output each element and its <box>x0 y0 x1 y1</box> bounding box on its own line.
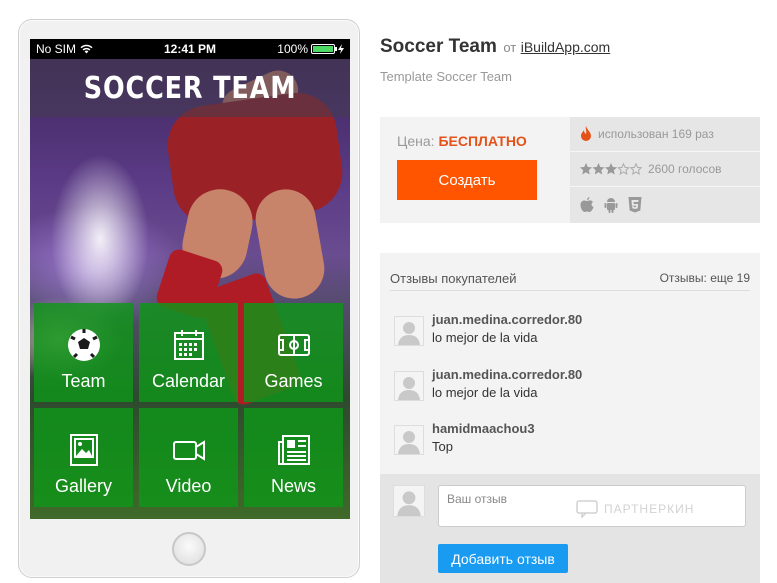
review-item: juan.medina.corredor.80 lo mejor de la v… <box>394 312 734 352</box>
pricing-panel: Цена: БЕСПЛАТНО Создать использован 169 … <box>380 117 760 223</box>
app-title-row: Soccer Team от iBuildApp.com <box>380 36 610 58</box>
user-avatar-icon <box>395 372 423 400</box>
reviews-panel: Отзывы покупателей Отзывы: еще 19 juan.m… <box>380 253 760 583</box>
review-item: juan.medina.corredor.80 lo mejor de la v… <box>394 367 734 407</box>
tile-label: Team <box>61 371 106 391</box>
tile-label: Video <box>165 476 212 496</box>
price-info: Цена: БЕСПЛАТНО <box>397 133 527 149</box>
apple-icon <box>580 196 594 212</box>
review-compose: ПАРТНЕРКИН Добавить отзыв <box>380 474 760 583</box>
app-subtitle: Template Soccer Team <box>380 69 512 84</box>
charging-icon <box>338 44 344 54</box>
price-label: Цена: <box>397 133 435 149</box>
avatar <box>394 316 424 346</box>
newspaper-icon <box>277 435 310 465</box>
home-button <box>172 532 206 566</box>
price-section: Цена: БЕСПЛАТНО Создать <box>380 117 569 223</box>
watermark-text: ПАРТНЕРКИН <box>604 502 695 516</box>
price-value: БЕСПЛАТНО <box>438 133 527 149</box>
watermark: ПАРТНЕРКИН <box>576 500 694 518</box>
author-link[interactable]: iBuildApp.com <box>521 39 611 55</box>
carrier-label: No SIM <box>36 42 77 56</box>
html5-icon <box>628 196 642 212</box>
tile-calendar[interactable]: Calendar <box>139 303 238 402</box>
more-reviews-link[interactable]: Отзывы: еще 19 <box>660 271 750 285</box>
android-icon <box>604 197 618 213</box>
field-icon <box>277 334 310 356</box>
app-title: SOCCER TEAM <box>83 70 297 106</box>
avatar <box>394 371 424 401</box>
star-empty-icon <box>629 163 642 175</box>
star-empty-icon <box>617 163 630 175</box>
app-name: Soccer Team <box>380 36 497 57</box>
from-label: от <box>503 40 517 55</box>
star-filled-icon <box>605 163 617 175</box>
app-header: SOCCER TEAM <box>30 59 350 117</box>
tile-label: Calendar <box>151 371 226 391</box>
usage-stat: использован 169 раз <box>570 117 760 152</box>
stats-section: использован 169 раз 2600 голосов <box>570 117 760 223</box>
tile-games[interactable]: Games <box>244 303 343 402</box>
add-review-button[interactable]: Добавить отзыв <box>438 544 568 573</box>
tile-gallery[interactable]: Gallery <box>34 408 133 507</box>
wifi-icon <box>80 44 93 54</box>
fire-icon <box>581 126 591 141</box>
tile-label: News <box>270 476 316 496</box>
user-avatar-icon <box>395 317 423 345</box>
review-text: lo mejor de la vida <box>432 385 538 400</box>
video-camera-icon <box>172 440 205 461</box>
status-time: 12:41 PM <box>163 42 217 56</box>
create-button[interactable]: Создать <box>397 160 537 200</box>
tile-label: Games <box>264 371 323 391</box>
battery-percent: 100% <box>277 42 308 56</box>
reviews-header: Отзывы покупателей Отзывы: еще 19 <box>390 271 750 291</box>
gallery-icon <box>69 434 98 466</box>
review-text: Top <box>432 439 453 454</box>
review-item: hamidmaachou3 Top <box>394 421 734 461</box>
tile-label: Gallery <box>54 476 112 496</box>
avatar <box>394 425 424 455</box>
review-author: juan.medina.corredor.80 <box>432 312 583 327</box>
rating-stars <box>580 163 642 175</box>
star-filled-icon <box>580 163 592 175</box>
soccer-ball-icon <box>67 329 100 361</box>
tile-news[interactable]: News <box>244 408 343 507</box>
usage-count: использован 169 раз <box>598 127 714 141</box>
tile-video[interactable]: Video <box>139 408 238 507</box>
phone-screen: No SIM 12:41 PM 100% SOCCER TEAM Team Ca… <box>30 39 350 519</box>
chat-bubble-icon <box>576 500 598 518</box>
review-author: hamidmaachou3 <box>432 421 535 436</box>
user-avatar-icon <box>394 486 424 516</box>
phone-preview: No SIM 12:41 PM 100% SOCCER TEAM Team Ca… <box>18 19 360 578</box>
reviews-title: Отзывы покупателей <box>390 271 517 286</box>
votes-count: 2600 голосов <box>648 162 722 176</box>
calendar-icon <box>173 330 204 360</box>
review-text: lo mejor de la vida <box>432 330 538 345</box>
star-filled-icon <box>592 163 605 175</box>
ios-status-bar: No SIM 12:41 PM 100% <box>30 39 350 59</box>
platforms-stat <box>570 187 760 222</box>
tile-team[interactable]: Team <box>34 303 133 402</box>
user-avatar-icon <box>395 426 423 454</box>
avatar <box>393 485 425 517</box>
review-author: juan.medina.corredor.80 <box>432 367 583 382</box>
rating-stat: 2600 голосов <box>570 152 760 187</box>
battery-icon <box>311 44 337 54</box>
